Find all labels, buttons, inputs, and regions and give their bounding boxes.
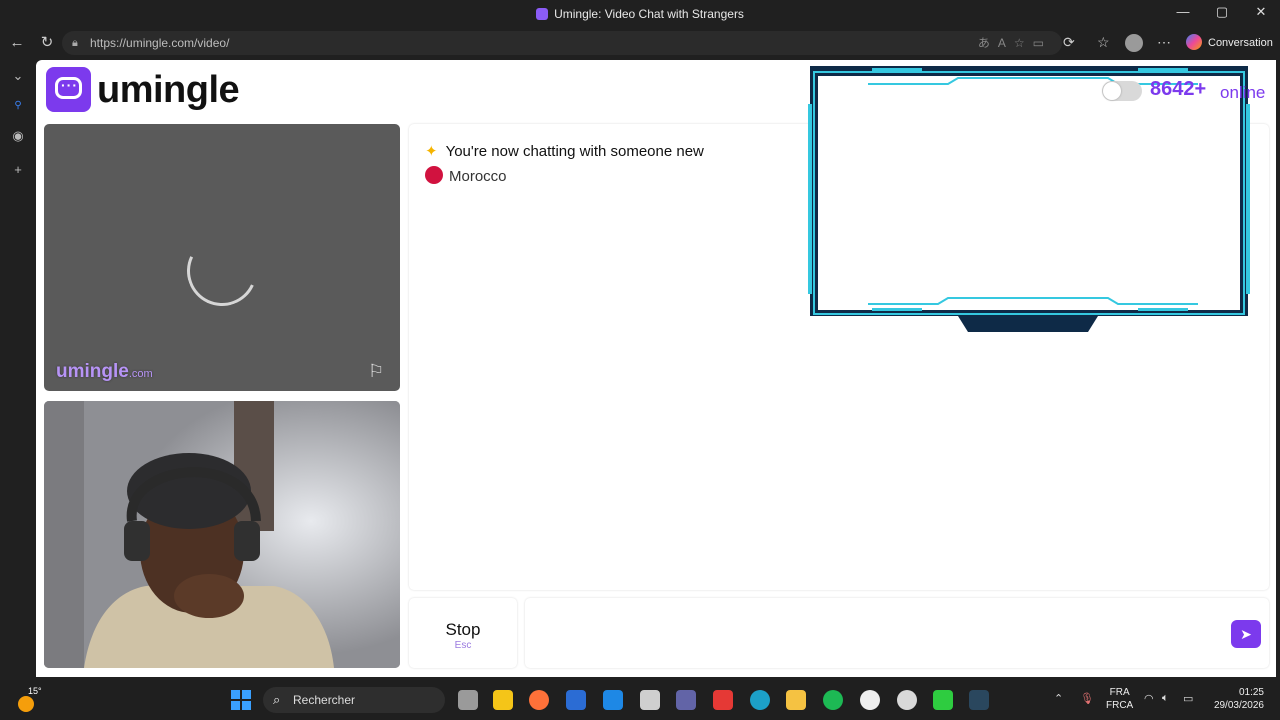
message-input[interactable]: ➤ bbox=[525, 598, 1269, 668]
address-bar[interactable]: 🔒︎ https://umingle.com/video/ あA☆▭ bbox=[62, 31, 1062, 55]
add-icon[interactable]: + bbox=[8, 162, 28, 182]
umingle-watermark: umingle.com bbox=[56, 361, 153, 383]
roblox-icon[interactable] bbox=[640, 690, 660, 710]
site-favicon-icon bbox=[536, 8, 549, 20]
logo-text: umingle bbox=[97, 69, 240, 111]
address-bar-actions: あA☆▭ bbox=[978, 31, 1052, 55]
overlay-frame bbox=[808, 66, 1250, 332]
steam-icon[interactable] bbox=[969, 690, 989, 710]
watermark-text: umingle bbox=[56, 361, 129, 382]
weather-sun-icon bbox=[18, 696, 34, 712]
chat-bubble-logo-icon bbox=[46, 67, 91, 112]
search-icon: ⌕ bbox=[273, 692, 281, 707]
minimize-button[interactable]: — bbox=[1168, 4, 1198, 24]
title-bar: Umingle: Video Chat with Strangers — ▢ ✕ bbox=[0, 0, 1280, 28]
stop-label: Stop bbox=[445, 620, 481, 639]
sparkle-icon: ✦ bbox=[425, 143, 438, 160]
taskbar-search[interactable]: ⌕ Rechercher bbox=[263, 687, 445, 713]
edge-icon[interactable] bbox=[750, 690, 770, 710]
online-toggle[interactable] bbox=[1102, 81, 1142, 101]
loading-spinner-icon bbox=[177, 226, 267, 316]
translate-icon[interactable]: あ bbox=[978, 36, 998, 50]
read-aloud-icon[interactable]: A bbox=[998, 36, 1014, 50]
task-view-icon[interactable] bbox=[458, 690, 478, 710]
rockstar-icon[interactable] bbox=[493, 690, 513, 710]
stop-shortcut: Esc bbox=[454, 640, 472, 651]
clock-date: 29/03/2026 bbox=[1213, 700, 1264, 711]
conversation-label: Conversation bbox=[1208, 37, 1273, 49]
online-label: online bbox=[1220, 83, 1266, 102]
country-flag-icon bbox=[425, 166, 443, 184]
volume-icon[interactable]: 🔈︎ bbox=[1162, 692, 1169, 705]
system-message: ✦ You're now chatting with someone new bbox=[425, 142, 704, 160]
battery-icon[interactable]: ▭ bbox=[1183, 692, 1193, 705]
file-explorer-icon[interactable] bbox=[786, 690, 806, 710]
teams-icon[interactable] bbox=[676, 690, 696, 710]
self-video bbox=[44, 401, 400, 668]
clock-time: 01:25 bbox=[1238, 687, 1264, 698]
weather-widget[interactable]: 15° bbox=[14, 686, 42, 714]
report-flag-icon[interactable]: ⚐ bbox=[368, 361, 384, 382]
microsoft-store-icon[interactable] bbox=[566, 690, 586, 710]
close-button[interactable]: ✕ bbox=[1246, 4, 1276, 24]
taskbar: 15° ⌕ Rechercher ⌃ 🎙︎ FRA FRCA ◠ 🔈︎ ▭ 01:2… bbox=[0, 680, 1280, 720]
country-info: Morocco bbox=[425, 166, 507, 185]
send-icon[interactable]: ➤ bbox=[1231, 620, 1261, 648]
app-icon[interactable] bbox=[897, 690, 917, 710]
search-label: Rechercher bbox=[293, 693, 356, 707]
wifi-icon[interactable]: ◠ bbox=[1144, 692, 1154, 705]
tray-chevron-icon[interactable]: ⌃ bbox=[1054, 692, 1063, 705]
country-name: Morocco bbox=[449, 168, 507, 185]
chevron-down-icon[interactable]: ⌄ bbox=[8, 68, 28, 88]
outlook-icon[interactable] bbox=[603, 690, 623, 710]
kick-icon[interactable] bbox=[933, 690, 953, 710]
refresh-icon[interactable]: ↻ bbox=[37, 33, 57, 53]
window-title-text: Umingle: Video Chat with Strangers bbox=[554, 7, 744, 21]
back-arrow-icon[interactable]: ← bbox=[7, 33, 27, 53]
extensions-icon[interactable]: ⟳ bbox=[1063, 34, 1075, 51]
umingle-page: umingle umingle.com ⚐ ✦You'r bbox=[36, 60, 1276, 677]
windows-start-icon[interactable] bbox=[231, 690, 251, 710]
online-count: 8642+ bbox=[1150, 78, 1207, 100]
stop-button[interactable]: Stop Esc bbox=[409, 598, 517, 668]
firefox-icon[interactable] bbox=[529, 690, 549, 710]
window-title: Umingle: Video Chat with Strangers bbox=[0, 7, 1280, 21]
video-icon[interactable]: ▭ bbox=[1033, 36, 1052, 50]
browser-sidebar: ⌄ ⚲ ◉ + bbox=[0, 58, 36, 680]
stranger-video: umingle.com ⚐ bbox=[44, 124, 400, 391]
profile-avatar[interactable] bbox=[1125, 34, 1143, 52]
search-icon[interactable]: ⚲ bbox=[8, 100, 28, 120]
youtube-icon[interactable] bbox=[713, 690, 733, 710]
lang-bottom: FRCA bbox=[1106, 700, 1134, 711]
lang-top: FRA bbox=[1109, 687, 1130, 698]
more-menu-icon[interactable]: ⋯ bbox=[1157, 34, 1171, 51]
clock[interactable]: 01:25 29/03/2026 bbox=[1208, 686, 1264, 712]
copilot-conversation-button[interactable]: Conversation bbox=[1186, 33, 1273, 53]
microphone-icon[interactable]: 🎙︎ bbox=[1080, 692, 1094, 705]
copilot-sidebar-icon[interactable]: ◉ bbox=[8, 128, 28, 148]
watermark-suffix: .com bbox=[128, 368, 153, 380]
site-info-icon[interactable]: 🔒︎ bbox=[72, 31, 78, 55]
webcam-image bbox=[44, 401, 400, 668]
steelseries-icon[interactable] bbox=[860, 690, 880, 710]
copilot-icon bbox=[1186, 34, 1202, 50]
maximize-button[interactable]: ▢ bbox=[1207, 4, 1237, 24]
weather-temp: 15° bbox=[28, 686, 42, 696]
browser-toolbar: ← ↻ 🔒︎ https://umingle.com/video/ あA☆▭ ⟳… bbox=[0, 28, 1280, 58]
language-indicator[interactable]: FRA FRCA bbox=[1106, 686, 1133, 712]
spotify-icon[interactable] bbox=[823, 690, 843, 710]
status-message-text: You're now chatting with someone new bbox=[445, 143, 704, 160]
url-text: https://umingle.com/video/ bbox=[90, 36, 230, 50]
favorites-icon[interactable]: ☆ bbox=[1097, 34, 1110, 51]
favorite-star-icon[interactable]: ☆ bbox=[1014, 36, 1033, 50]
